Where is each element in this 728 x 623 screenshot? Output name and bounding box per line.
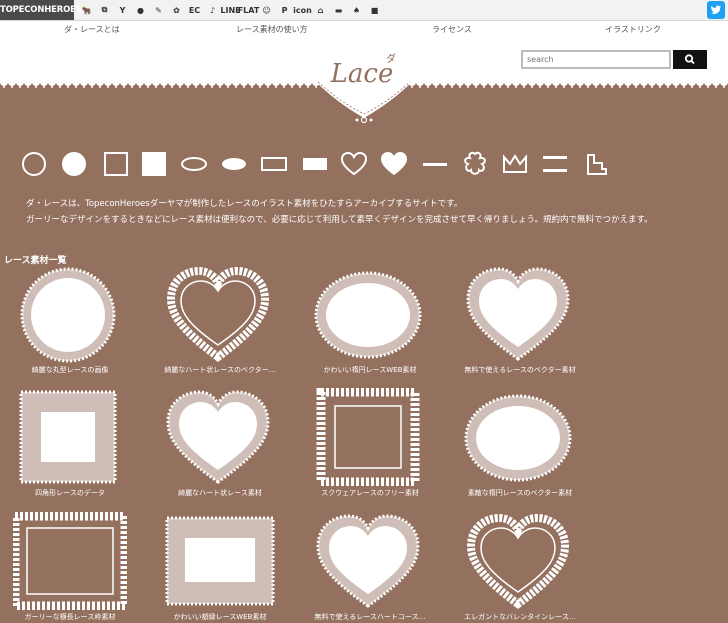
lace-thumbnail bbox=[464, 394, 572, 482]
lace-thumbnail bbox=[314, 271, 422, 359]
search-button[interactable] bbox=[673, 50, 707, 69]
description-line-2: ガーリーなデザインをするときなどにレース素材は便利なので、必要に応じて利用して素… bbox=[26, 215, 653, 225]
rect-outline-icon[interactable] bbox=[260, 150, 288, 178]
lace-thumbnail bbox=[166, 390, 270, 484]
p-icon[interactable]: P bbox=[278, 4, 291, 17]
lace-caption: かわいい楕円レースWEB素材 bbox=[323, 366, 417, 374]
person-icon[interactable]: Y bbox=[116, 4, 129, 17]
search-form bbox=[521, 50, 707, 69]
lace-item[interactable]: 無料で使えるレースのベクター素材 bbox=[450, 265, 590, 375]
lace-item[interactable]: 綺麗な丸型レースの画像 bbox=[0, 265, 140, 375]
description-line-1: ダ・レースは、TopeconHeroesダーヤマが制作したレースのイラスト素材を… bbox=[26, 199, 463, 209]
nav-about[interactable]: ダ・レースとは bbox=[64, 24, 120, 35]
nav-usage[interactable]: レース素材の使い方 bbox=[236, 24, 308, 35]
double-line-icon[interactable] bbox=[541, 150, 569, 178]
smile-icon[interactable]: ☺ bbox=[260, 4, 273, 17]
lace-caption: 綺麗な丸型レースの画像 bbox=[31, 366, 109, 374]
lace-thumbnail bbox=[20, 267, 116, 363]
misc-shape-icon[interactable] bbox=[582, 150, 610, 178]
twitter-icon[interactable] bbox=[707, 1, 725, 19]
icon-icon[interactable]: icon bbox=[293, 4, 312, 17]
circle-outline-icon[interactable] bbox=[20, 150, 48, 178]
lace-item[interactable]: かわいい楕円レースWEB素材 bbox=[300, 265, 440, 375]
lace-caption: エレガントなバレンタインレース… bbox=[464, 613, 576, 621]
lace-caption: 綺麗なハート状レース素材 bbox=[178, 489, 262, 497]
circle-filled-icon[interactable] bbox=[60, 150, 88, 178]
line-icon[interactable] bbox=[421, 150, 449, 178]
oval-outline-icon[interactable] bbox=[180, 150, 208, 178]
lace-thumbnail bbox=[13, 512, 127, 610]
logo-badge[interactable]: Lace ダ bbox=[306, 40, 422, 126]
logo-text: Lace bbox=[330, 59, 394, 89]
rect-filled-icon[interactable] bbox=[301, 150, 329, 178]
car-icon[interactable]: ▬ bbox=[332, 4, 345, 17]
lace-item[interactable]: エレガントなバレンタインレース… bbox=[450, 512, 590, 622]
flat-icon[interactable]: FLAT bbox=[238, 4, 260, 17]
animal-icon[interactable]: 🐂 bbox=[80, 4, 93, 17]
brand-link[interactable]: TOPECONHEROES bbox=[0, 0, 82, 20]
pen-icon[interactable]: ✎ bbox=[152, 4, 165, 17]
lace-item[interactable]: 四角形レースのデータ bbox=[0, 388, 140, 498]
box-icon[interactable]: ■ bbox=[368, 4, 381, 17]
crown-icon[interactable] bbox=[501, 150, 529, 178]
shape-filter-bar bbox=[20, 150, 620, 178]
lace-thumbnail bbox=[316, 388, 420, 486]
flower-icon[interactable]: ✿ bbox=[170, 4, 183, 17]
lace-item[interactable]: ガーリーな横長レース枠素材 bbox=[0, 512, 140, 622]
chat-icon[interactable]: ● bbox=[134, 4, 147, 17]
square-filled-icon[interactable] bbox=[140, 150, 168, 178]
site-description: ダ・レースは、TopeconHeroesダーヤマが制作したレースのイラスト素材を… bbox=[26, 196, 653, 228]
lace-thumbnail bbox=[466, 513, 570, 609]
lace-caption: かわいい額縁レースWEB素材 bbox=[173, 613, 267, 621]
top-bar: TOPECONHEROES 🐂 ⧉ Y ● ✎ ✿ EC ♪ LINE FLAT ☺ Picon ⌂ ▬ ♠… bbox=[0, 0, 728, 21]
logo-kana: ダ bbox=[386, 52, 396, 65]
lace-thumbnail bbox=[165, 516, 275, 606]
lace-item[interactable]: 無料で使えるレースハートコース… bbox=[300, 512, 440, 622]
network-icons: 🐂 ⧉ Y ● ✎ ✿ EC ♪ LINE FLAT ☺ Picon ⌂ ▬ ♠ ■ bbox=[80, 2, 381, 18]
lace-caption: スクウェアレースのフリー素材 bbox=[321, 489, 419, 497]
square-outline-icon[interactable] bbox=[102, 150, 130, 178]
lace-caption: 綺麗なハート状レースのベクター… bbox=[164, 366, 276, 374]
house-icon[interactable]: ⌂ bbox=[314, 4, 327, 17]
lace-item[interactable]: スクウェアレースのフリー素材 bbox=[300, 388, 440, 498]
lace-thumbnail bbox=[466, 267, 570, 361]
lace-thumbnail bbox=[316, 514, 420, 608]
nav-license[interactable]: ライセンス bbox=[432, 24, 472, 35]
lace-item[interactable]: 素敵な楕円レースのベクター素材 bbox=[450, 388, 590, 498]
lace-caption: 素敵な楕円レースのベクター素材 bbox=[467, 489, 573, 497]
lace-caption: ガーリーな横長レース枠素材 bbox=[24, 613, 116, 621]
heart-outline-icon[interactable] bbox=[340, 150, 368, 178]
lace-caption: 無料で使えるレースハートコース… bbox=[314, 613, 426, 621]
heart-filled-icon[interactable] bbox=[380, 150, 408, 178]
chair-icon[interactable]: ♠ bbox=[350, 4, 363, 17]
lace-thumbnail bbox=[19, 390, 117, 484]
line-icon[interactable]: LINE bbox=[220, 4, 240, 17]
music-icon[interactable]: ♪ bbox=[206, 4, 219, 17]
ec-icon[interactable]: EC bbox=[188, 4, 201, 17]
lace-caption: 四角形レースのデータ bbox=[35, 489, 105, 497]
search-input[interactable] bbox=[521, 50, 671, 69]
search-icon bbox=[684, 54, 695, 65]
copy-icon[interactable]: ⧉ bbox=[98, 4, 111, 17]
lace-thumbnail bbox=[166, 266, 270, 362]
lace-caption: 無料で使えるレースのベクター素材 bbox=[464, 366, 576, 374]
lace-item[interactable]: 綺麗なハート状レースのベクター… bbox=[150, 265, 290, 375]
nav-illust-link[interactable]: イラストリンク bbox=[605, 24, 661, 35]
oval-filled-icon[interactable] bbox=[220, 150, 248, 178]
lace-item[interactable]: 綺麗なハート状レース素材 bbox=[150, 388, 290, 498]
global-nav: ダ・レースとは レース素材の使い方 ライセンス イラストリンク bbox=[0, 24, 728, 36]
flower-icon[interactable] bbox=[461, 150, 489, 178]
lace-item[interactable]: かわいい額縁レースWEB素材 bbox=[150, 512, 290, 622]
